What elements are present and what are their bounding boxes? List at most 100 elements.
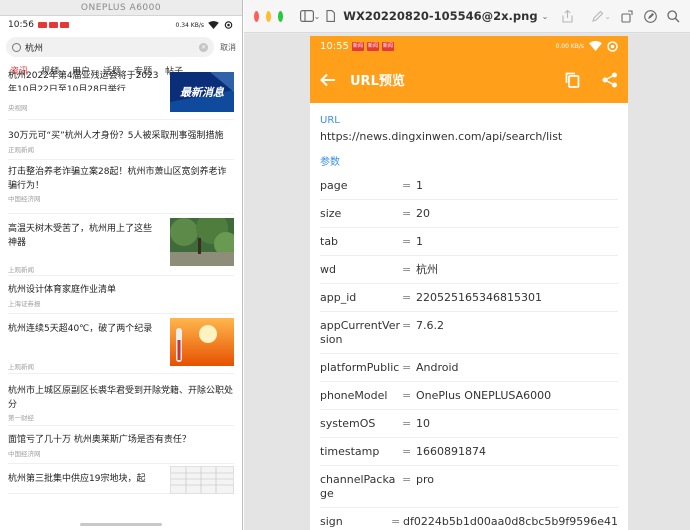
phone-status-bar: 10:56 0.34 KB/s (0, 16, 242, 34)
param-row[interactable]: systemOS = 10 (320, 410, 618, 438)
param-row[interactable]: platformPublic = Android (320, 354, 618, 382)
zoom-window-button[interactable] (277, 10, 283, 22)
battery-icon (224, 21, 233, 29)
clear-icon[interactable]: × (199, 42, 208, 52)
breaking-news-image: 最新消息 (170, 72, 234, 112)
param-key: systemOS (320, 417, 376, 430)
param-row[interactable]: size = 20 (320, 200, 618, 228)
list-item[interactable]: 杭州连续5天超40℃，破了两个纪录 上观新闻 (8, 314, 234, 374)
wifi-icon (208, 21, 219, 29)
search-icon[interactable] (667, 9, 680, 23)
network-speed: 0.00 KB/s (555, 42, 584, 50)
param-row[interactable]: timestamp = 1660891874 (320, 438, 618, 466)
list-item[interactable]: 高温天树木受苦了，杭州用上了这些神器 上观新闻 (8, 212, 238, 276)
app-toolbar: URL预览 (310, 56, 628, 103)
param-row[interactable]: appCurrentVersion = 7.6.2 (320, 312, 618, 354)
list-item[interactable]: 面馆亏了几十万 杭州奥莱斯广场是否有责任？ 中国经济网 (8, 426, 234, 464)
param-value: 220525165346815301 (416, 291, 542, 304)
param-value: df0224b5b1d00aa0d8cbc5b9f9596e41 (403, 515, 618, 528)
wifi-icon (589, 41, 602, 51)
param-key: wd (320, 263, 336, 276)
news-title: 打击整治养老诈骗立案28起！杭州市萧山区宽剑养老诈骗行为！ (8, 167, 227, 191)
param-equals: = (402, 361, 412, 374)
image-viewer-window: ⌄ WX20220820-105546@2x.png ⌄ ⌄ 10:55 新闻 … (244, 0, 690, 530)
notification-badge: 新闻 (381, 41, 394, 51)
param-key: page (320, 179, 348, 192)
share-icon[interactable] (602, 72, 618, 88)
url-value[interactable]: https://news.dingxinwen.com/api/search/l… (320, 130, 618, 143)
param-value: 1660891874 (416, 445, 486, 458)
news-thumbnail (170, 212, 238, 266)
phone-status-time: 10:56 (8, 20, 34, 30)
notification-icon (48, 22, 58, 28)
app-status-time: 10:55 (320, 40, 349, 52)
back-arrow-icon[interactable] (320, 73, 336, 87)
list-item[interactable]: 杭州设计体育家庭作业清单 上海证券报 (8, 276, 234, 314)
param-key: appCurrentVersion (320, 319, 400, 346)
copy-icon[interactable] (565, 72, 580, 88)
news-thumbnail (170, 318, 234, 366)
file-icon (326, 9, 336, 23)
markup-pen-icon[interactable] (591, 9, 604, 23)
notification-badge: 新闻 (351, 41, 364, 51)
rotate-icon[interactable] (621, 9, 634, 23)
param-equals: = (402, 291, 412, 304)
param-key: channelPackage (320, 473, 396, 500)
list-item[interactable]: 杭州市上城区原副区长裘华君受到开除党籍、开除公职处分 第一财经 (8, 374, 234, 426)
app-status-bar: 10:55 新闻 新闻 新闻 0.00 KB/s (310, 36, 628, 56)
param-equals: = (390, 515, 401, 528)
news-title: 杭州第三批集中供应19宗地块，起 (8, 474, 146, 484)
param-value: 1 (416, 179, 423, 192)
trees-image (170, 212, 238, 266)
search-input[interactable]: 杭州 × (6, 37, 214, 57)
app-header-area: 10:55 新闻 新闻 新闻 0.00 KB/s URL预览 (310, 36, 628, 103)
close-window-button[interactable] (254, 10, 259, 22)
params-list: page = 1 size = 20 tab = 1 wd = 杭州 app_id = 2205251653… (320, 172, 618, 530)
param-equals: = (402, 207, 412, 220)
network-speed: 0.34 KB/s (175, 21, 204, 29)
param-equals: = (402, 445, 412, 458)
viewer-toolbar: ⌄ WX20220820-105546@2x.png ⌄ ⌄ (244, 0, 690, 33)
param-equals: = (402, 319, 412, 332)
news-thumbnail: 最新消息 (170, 72, 234, 112)
param-equals: = (402, 263, 412, 276)
image-canvas: 10:55 新闻 新闻 新闻 0.00 KB/s URL预览 URL https… (244, 34, 690, 530)
param-row[interactable]: app_id = 220525165346815301 (320, 284, 618, 312)
param-key: size (320, 207, 342, 220)
chevron-down-icon[interactable]: ⌄ (604, 9, 611, 23)
param-equals: = (402, 235, 412, 248)
search-cancel-button[interactable]: 取消 (220, 42, 236, 53)
news-source: 中国经济网 (8, 195, 41, 203)
param-row[interactable]: wd = 杭州 (320, 256, 618, 284)
param-equals: = (402, 417, 412, 430)
sidebar-icon[interactable] (299, 9, 314, 23)
chevron-down-icon[interactable]: ⌄ (314, 9, 321, 23)
param-row[interactable]: channelPackage = pro (320, 466, 618, 508)
param-row[interactable]: sign = df0224b5b1d00aa0d8cbc5b9f9596e41 (320, 508, 618, 530)
param-equals: = (402, 389, 412, 402)
news-thumbnail (170, 466, 234, 494)
scrollbar[interactable] (80, 523, 162, 526)
param-key: tab (320, 235, 339, 248)
param-equals: = (402, 473, 412, 486)
param-row[interactable]: page = 1 (320, 172, 618, 200)
url-preview-content: URL https://news.dingxinwen.com/api/sear… (310, 103, 628, 530)
annotate-icon[interactable] (644, 9, 657, 23)
notification-icon (59, 22, 69, 28)
list-item[interactable]: 30万元可“买”杭州人才身份？5人被采取刑事强制措施 正观新闻 (8, 120, 234, 160)
title-chevron-icon[interactable]: ⌄ (542, 9, 549, 23)
list-item[interactable]: 打击整治养老诈骗立案28起！杭州市萧山区宽剑养老诈骗行为！ 中国经济网 (8, 160, 234, 214)
param-row[interactable]: phoneModel = OnePlus ONEPLUSA6000 (320, 382, 618, 410)
heatwave-image (170, 318, 234, 366)
search-query: 杭州 (25, 43, 44, 54)
minimize-window-button[interactable] (265, 10, 271, 22)
share-icon[interactable] (562, 9, 573, 23)
param-equals: = (402, 179, 412, 192)
list-item[interactable]: 杭州2022年第4届亚残运会将于2023年10月22日至10月28日举行 央视网… (8, 71, 234, 120)
news-title: 30万元可“买”杭州人才身份？5人被采取刑事强制措施 (8, 131, 224, 141)
phone-window-title: ONEPLUS A6000 (0, 0, 242, 16)
list-item[interactable]: 杭州第三批集中供应19宗地块，起 (8, 464, 234, 494)
param-row[interactable]: tab = 1 (320, 228, 618, 256)
url-preview-screenshot: 10:55 新闻 新闻 新闻 0.00 KB/s URL预览 URL https… (310, 36, 628, 530)
news-thumbnail-text: 最新消息 (180, 86, 225, 99)
